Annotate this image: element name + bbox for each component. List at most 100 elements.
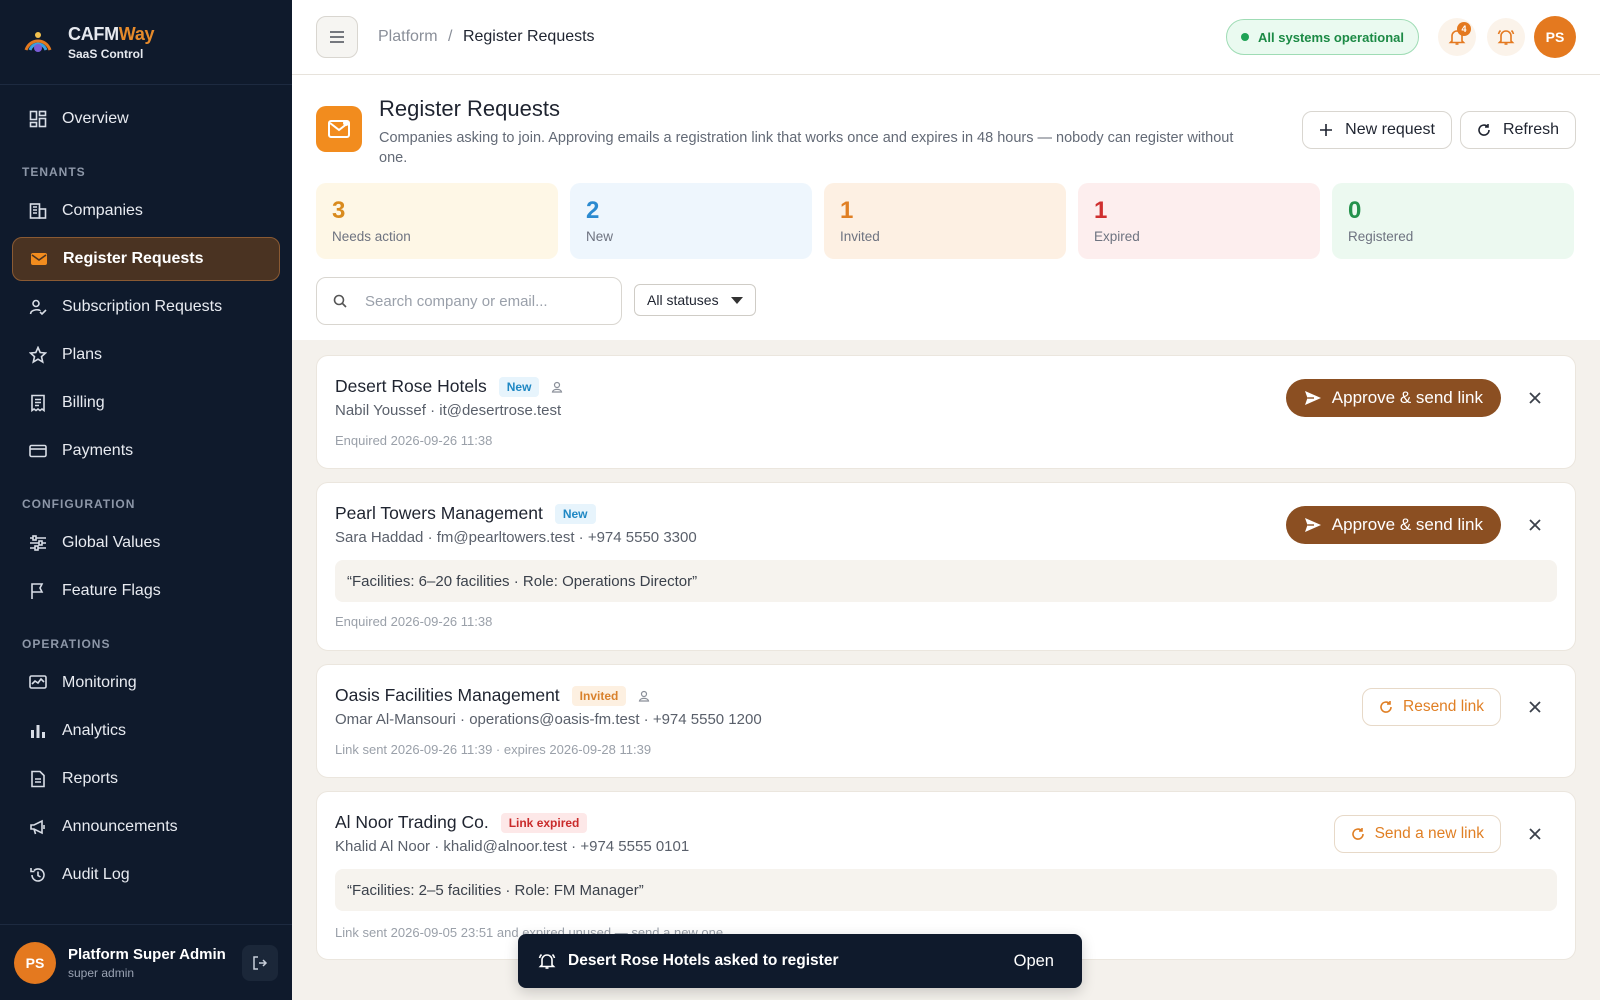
sidebar-item-companies[interactable]: Companies	[12, 189, 280, 233]
sidebar-item-audit-log[interactable]: Audit Log	[12, 853, 280, 897]
breadcrumb-root[interactable]: Platform	[378, 28, 438, 45]
company-name[interactable]: Oasis Facilities Management	[335, 685, 560, 706]
dismiss-button[interactable]	[1525, 515, 1545, 535]
status-tag: New	[498, 376, 540, 397]
status-filter-select[interactable]: All statuses	[634, 284, 756, 316]
menu-toggle-button[interactable]	[316, 16, 358, 58]
logout-button[interactable]	[242, 945, 278, 981]
new-request-button[interactable]: New request	[1302, 111, 1452, 149]
sidebar-item-global-values[interactable]: Global Values	[12, 521, 280, 565]
search-input[interactable]	[365, 292, 595, 310]
send-icon	[1304, 518, 1321, 532]
stat-label: Needs action	[332, 229, 411, 244]
dismiss-button[interactable]	[1525, 388, 1545, 408]
bell-ring-icon	[1497, 29, 1515, 45]
sidebar-item-payments[interactable]: Payments	[12, 429, 280, 473]
stat-invited[interactable]: 1 Invited	[824, 183, 1066, 259]
company-name[interactable]: Desert Rose Hotels	[335, 376, 487, 397]
flag-icon	[28, 581, 48, 601]
sidebar-item-announcements[interactable]: Announcements	[12, 805, 280, 849]
user-profile[interactable]: PS Platform Super Admin super admin	[0, 924, 292, 1000]
logout-icon	[253, 956, 268, 970]
status-dot-icon	[1241, 33, 1250, 41]
user-role: super admin	[68, 965, 135, 980]
brand-subtitle: SaaS Control	[68, 46, 144, 61]
request-meta: Enquired 2026-09-26 11:38	[335, 614, 493, 629]
nav-section-title: TENANTS	[22, 165, 86, 179]
grid-icon	[28, 109, 48, 129]
stat-registered[interactable]: 0 Registered	[1332, 183, 1574, 259]
search-icon	[333, 294, 347, 308]
refresh-icon	[1478, 124, 1490, 136]
sidebar-item-feature-flags[interactable]: Feature Flags	[12, 569, 280, 613]
sidebar-item-label: Billing	[62, 394, 105, 411]
toast-message: Desert Rose Hotels asked to register	[568, 952, 839, 969]
sidebar-item-label: Subscription Requests	[62, 298, 223, 315]
sidebar-item-overview[interactable]: Overview	[12, 97, 280, 141]
nav-section-title: OPERATIONS	[22, 637, 111, 651]
sidebar-item-analytics[interactable]: Analytics	[12, 709, 280, 753]
sidebar: CAFMWay SaaS Control Overview TENANTS Co…	[0, 0, 292, 1000]
card-icon	[28, 441, 48, 461]
sidebar-item-label: Reports	[62, 770, 119, 787]
page-title: Register Requests	[379, 96, 560, 121]
hamburger-icon	[330, 31, 344, 43]
sidebar-item-billing[interactable]: Billing	[12, 381, 280, 425]
sidebar-item-plans[interactable]: Plans	[12, 333, 280, 377]
request-contact: Sara Haddad · fm@pearltowers.test · +974…	[335, 529, 697, 546]
send-new-link-button[interactable]: Send a new link	[1333, 815, 1501, 853]
refresh-icon	[1380, 701, 1392, 713]
monitor-icon	[28, 673, 48, 693]
history-icon	[28, 865, 48, 885]
sidebar-item-reports[interactable]: Reports	[12, 757, 280, 801]
request-note: “Facilities: 6–20 facilities · Role: Ope…	[335, 560, 1557, 602]
status-tag: Link expired	[500, 812, 588, 833]
toast-notification: Desert Rose Hotels asked to register Ope…	[518, 934, 1082, 988]
sidebar-item-label: Monitoring	[62, 674, 137, 691]
toast-open-button[interactable]: Open	[1014, 952, 1054, 971]
top-avatar[interactable]: PS	[1534, 16, 1576, 58]
stat-value: 2	[586, 197, 600, 224]
status-filter-value: All statuses	[647, 292, 719, 308]
refresh-button[interactable]: Refresh	[1459, 111, 1576, 149]
approve-label: Approve & send link	[1331, 388, 1483, 407]
approve-send-link-button[interactable]: Approve & send link	[1285, 379, 1501, 417]
request-card: Pearl Towers Management New Sara Haddad …	[316, 482, 1576, 651]
dismiss-button[interactable]	[1525, 697, 1545, 717]
person-icon	[638, 690, 650, 702]
request-title: Pearl Towers Management New	[335, 503, 596, 524]
sidebar-item-label: Payments	[62, 442, 134, 459]
stat-label: Expired	[1094, 229, 1140, 244]
brand[interactable]: CAFMWay SaaS Control	[0, 0, 292, 85]
megaphone-icon	[28, 817, 48, 837]
resend-label: Resend link	[1403, 698, 1484, 715]
request-meta: Enquired 2026-09-26 11:38	[335, 433, 493, 448]
approve-label: Approve & send link	[1331, 515, 1483, 534]
sidebar-item-label: Announcements	[62, 818, 178, 835]
alerts-button[interactable]	[1487, 18, 1525, 56]
sidebar-item-monitoring[interactable]: Monitoring	[12, 661, 280, 705]
avatar: PS	[14, 941, 56, 984]
stat-new[interactable]: 2 New	[570, 183, 812, 259]
sidebar-item-label: Feature Flags	[62, 582, 161, 599]
stat-label: Invited	[840, 229, 880, 244]
sidebar-item-label: Companies	[62, 202, 143, 219]
status-badge[interactable]: All systems operational	[1226, 19, 1419, 55]
notifications-button[interactable]: 4	[1438, 18, 1476, 56]
search-box[interactable]	[316, 277, 622, 325]
stat-label: Registered	[1348, 229, 1414, 244]
sidebar-item-label: Global Values	[62, 534, 161, 551]
approve-send-link-button[interactable]: Approve & send link	[1285, 506, 1501, 544]
company-name[interactable]: Pearl Towers Management	[335, 503, 543, 524]
stat-needs-action[interactable]: 3 Needs action	[316, 183, 558, 259]
company-name[interactable]: Al Noor Trading Co.	[335, 812, 489, 833]
refresh-label: Refresh	[1502, 121, 1559, 138]
sidebar-item-subscription-requests[interactable]: Subscription Requests	[12, 285, 280, 329]
resend-link-button[interactable]: Resend link	[1362, 688, 1501, 726]
dismiss-button[interactable]	[1525, 824, 1545, 844]
status-tag: Invited	[571, 685, 627, 706]
stat-expired[interactable]: 1 Expired	[1078, 183, 1320, 259]
bar-chart-icon	[28, 721, 48, 741]
brand-logo-icon	[24, 32, 52, 52]
sidebar-item-register-requests[interactable]: Register Requests	[12, 237, 280, 281]
